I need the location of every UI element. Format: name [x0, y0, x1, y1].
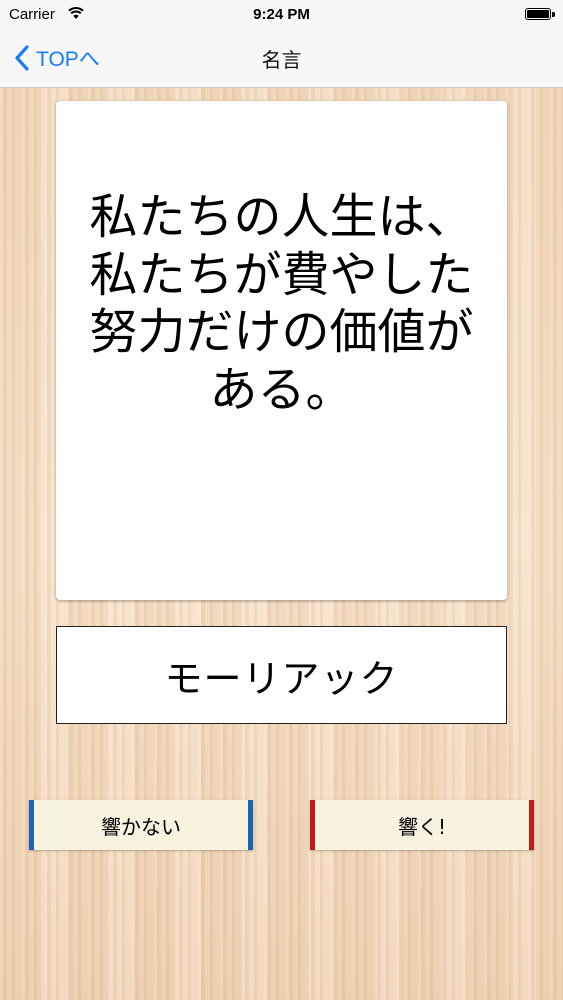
quote-card: 私たちの人生は、私たちが費やした努力だけの価値がある。 [56, 101, 507, 600]
battery-tip [552, 12, 555, 17]
battery-fill [527, 10, 549, 18]
author-name: モーリアック [56, 626, 507, 724]
status-time: 9:24 PM [253, 6, 310, 23]
resonate-button-label: 響く! [397, 814, 447, 839]
navigation-bar: TOPへ 名言 [0, 30, 563, 88]
status-bar: Carrier 9:24 PM [0, 0, 563, 30]
resonate-button[interactable]: 響く! [310, 800, 534, 850]
quote-text: 私たちの人生は、私たちが費やした努力だけの価値がある。 [89, 189, 474, 418]
not-resonate-button-label: 響かない [101, 814, 181, 839]
page-title: 名言 [261, 50, 302, 72]
not-resonate-button[interactable]: 響かない [29, 800, 253, 850]
battery-icon [525, 8, 551, 20]
